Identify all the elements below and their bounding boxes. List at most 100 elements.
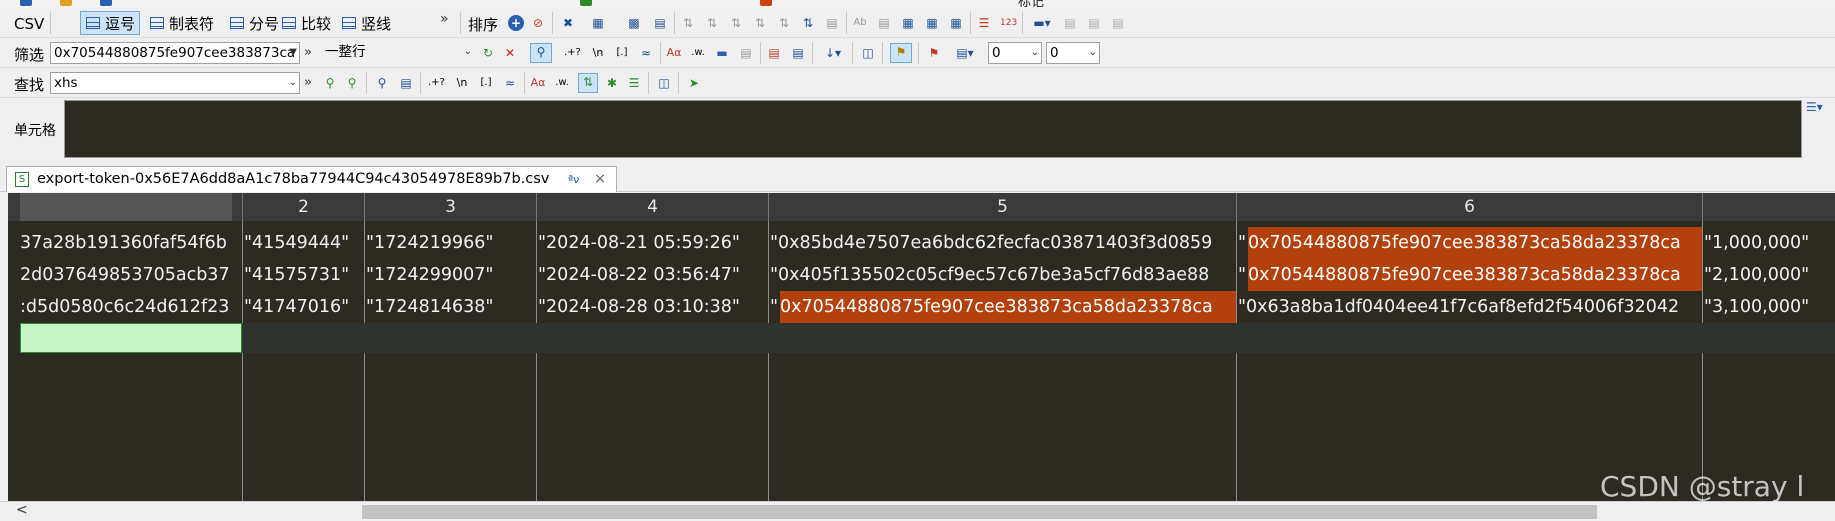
document-icon[interactable]: ▤ [766, 45, 782, 61]
grid-icon[interactable] [580, 0, 592, 6]
case-icon[interactable]: Ab [852, 15, 868, 31]
table-cell[interactable]: "41575731" [244, 259, 364, 291]
filter-mode-select[interactable]: 一整行 ⌄ [322, 42, 474, 64]
newline-icon[interactable]: \n [454, 75, 470, 91]
column-header-3[interactable]: 3 [364, 193, 536, 221]
chevron-down-icon[interactable]: ▼ [289, 43, 297, 63]
sort-za-icon[interactable]: ⇅ [752, 15, 768, 31]
search-icon[interactable]: ⚲ [530, 43, 552, 63]
cell-editor[interactable] [64, 100, 1802, 158]
number-field-2[interactable]: 0 ⌄ [1046, 42, 1100, 64]
whole-cell-icon[interactable]: [.] [614, 45, 630, 61]
table-cell[interactable]: "0x63a8ba1df0404ee41f7c6af8efd2f54006f32… [1238, 291, 1702, 323]
find-next-icon[interactable]: ⚲ [322, 75, 338, 91]
column-header-5[interactable]: 5 [768, 193, 1236, 221]
table-cell[interactable]: " [770, 291, 780, 323]
close-tab-icon[interactable]: × [594, 171, 606, 187]
table-cell[interactable]: "1,000,000" [1704, 227, 1835, 259]
highlighted-match[interactable]: 0x70544880875fe907cee383873ca58da23378ca [780, 291, 1236, 323]
open-folder-icon[interactable] [60, 0, 72, 6]
scroll-left-icon[interactable]: < [16, 502, 28, 518]
number-field-1[interactable]: 0 ⌄ [988, 42, 1042, 64]
table-cell[interactable]: 2d037649853705acb37 [20, 259, 242, 291]
wrap-around-icon[interactable]: ⇅ [578, 73, 598, 93]
find-all-icon[interactable]: ⚲ [374, 75, 390, 91]
table-cell[interactable]: "1724814638" [366, 291, 536, 323]
sort-rows-icon[interactable]: ⇅ [800, 15, 816, 31]
table-cell[interactable]: "41549444" [244, 227, 364, 259]
case-sensitive-icon[interactable]: Aα [530, 75, 546, 91]
row-select-icon[interactable]: ▤ [652, 15, 668, 31]
merge-icon[interactable]: ▤ [1086, 15, 1102, 31]
csv-grid[interactable]: 2 3 4 5 6 37a28b191360faf54f6b "41549444… [8, 193, 1835, 501]
sort-desc-icon[interactable]: ⇅ [704, 15, 720, 31]
table-cell[interactable]: "1724219966" [366, 227, 536, 259]
view-mode-icon[interactable]: ▬▾ [1028, 15, 1056, 31]
chevron-down-icon[interactable]: ⌄ [464, 42, 472, 62]
find-input[interactable]: xhs ⌄ [50, 72, 300, 94]
column-header-2[interactable]: 2 [242, 193, 364, 221]
numbering-icon[interactable]: ☰ [976, 15, 992, 31]
refresh-icon[interactable]: ↻ [480, 45, 496, 61]
table-edit-icon[interactable]: ▦ [924, 15, 940, 31]
bug-icon[interactable]: ✱ [604, 75, 620, 91]
scrollbar-thumb[interactable] [362, 505, 1597, 519]
column-header-1[interactable] [20, 193, 232, 221]
newline-icon[interactable]: \n [590, 45, 606, 61]
empty-row[interactable] [242, 323, 1835, 353]
new-file-icon[interactable] [20, 0, 32, 6]
fuzzy-icon[interactable]: ≈ [502, 75, 518, 91]
window-icon[interactable]: ◫ [860, 45, 876, 61]
column-select-icon[interactable]: ▩ [626, 15, 642, 31]
table-cell[interactable]: " [1238, 227, 1248, 259]
table-cell[interactable]: "2024-08-22 03:56:47" [538, 259, 768, 291]
table-cell[interactable]: "3,100,000" [1704, 291, 1835, 323]
number-format-icon[interactable]: 123 [1000, 15, 1017, 31]
chevron-down-icon[interactable]: ⌄ [289, 73, 297, 93]
fuzzy-icon[interactable]: ≈ [638, 45, 654, 61]
minus-icon[interactable]: ▬ [714, 45, 730, 61]
table-cell[interactable]: "0x85bd4e7507ea6bdc62fecfac03871403f3d08… [770, 227, 1236, 259]
table-cell[interactable]: "2024-08-21 05:59:26" [538, 227, 768, 259]
table-cell[interactable]: " [1238, 259, 1248, 291]
trim-icon[interactable]: ▤ [876, 15, 892, 31]
clear-sort-icon[interactable]: ⊘ [530, 15, 546, 31]
table-cell[interactable]: 37a28b191360faf54f6b [20, 227, 242, 259]
go-icon[interactable]: ➤ [686, 75, 702, 91]
close-icon[interactable]: ✕ [502, 45, 518, 61]
whole-word-icon[interactable]: .w. [690, 45, 706, 61]
regex-icon[interactable]: .+? [428, 75, 445, 91]
sort-num-icon[interactable]: ⇅ [776, 15, 792, 31]
compare-button[interactable]: 比较 [276, 11, 336, 35]
table-icon[interactable]: ▦ [900, 15, 916, 31]
list-icon[interactable]: ☰ [626, 75, 642, 91]
whole-cell-icon[interactable]: [.] [478, 75, 494, 91]
unsort-icon[interactable]: ▤ [824, 15, 840, 31]
regex-icon[interactable]: .+? [564, 45, 581, 61]
transpose-icon[interactable]: ▤ [1062, 15, 1078, 31]
clear-filter-icon[interactable]: ▤ [738, 45, 754, 61]
sort-asc-icon[interactable]: ⇅ [680, 15, 696, 31]
table-cell[interactable]: "41747016" [244, 291, 364, 323]
table-cell[interactable]: "2,100,000" [1704, 259, 1835, 291]
more-chevron[interactable]: » [304, 45, 312, 60]
chevron-down-icon[interactable]: ⌄ [1031, 43, 1039, 63]
case-sensitive-icon[interactable]: Aα [666, 45, 682, 61]
save-icon[interactable] [100, 0, 112, 6]
page-icon[interactable]: ▤ [790, 45, 806, 61]
find-prev-icon[interactable]: ⚲ [344, 75, 360, 91]
options-icon[interactable]: ▤▾ [950, 45, 980, 61]
whole-word-icon[interactable]: .w. [554, 75, 570, 91]
chevron-down-icon[interactable]: ⌄ [1089, 43, 1097, 63]
more-chevron[interactable]: » [440, 11, 449, 27]
horizontal-scrollbar[interactable]: < [0, 501, 1835, 521]
stop-icon[interactable] [760, 0, 772, 6]
table-cell[interactable]: :d5d0580c6c24d612f23 [20, 291, 242, 323]
column-header-7[interactable] [1702, 193, 1835, 221]
tab-delimiter-button[interactable]: 制表符 [144, 11, 219, 35]
replace-icon[interactable]: ▤ [398, 75, 414, 91]
highlighted-match[interactable]: 0x70544880875fe907cee383873ca58da23378ca [1248, 227, 1702, 259]
tools-icon[interactable]: ✖ [560, 15, 576, 31]
lock-icon[interactable]: ⚑ [890, 43, 912, 63]
columns-icon[interactable]: ▦ [590, 15, 606, 31]
